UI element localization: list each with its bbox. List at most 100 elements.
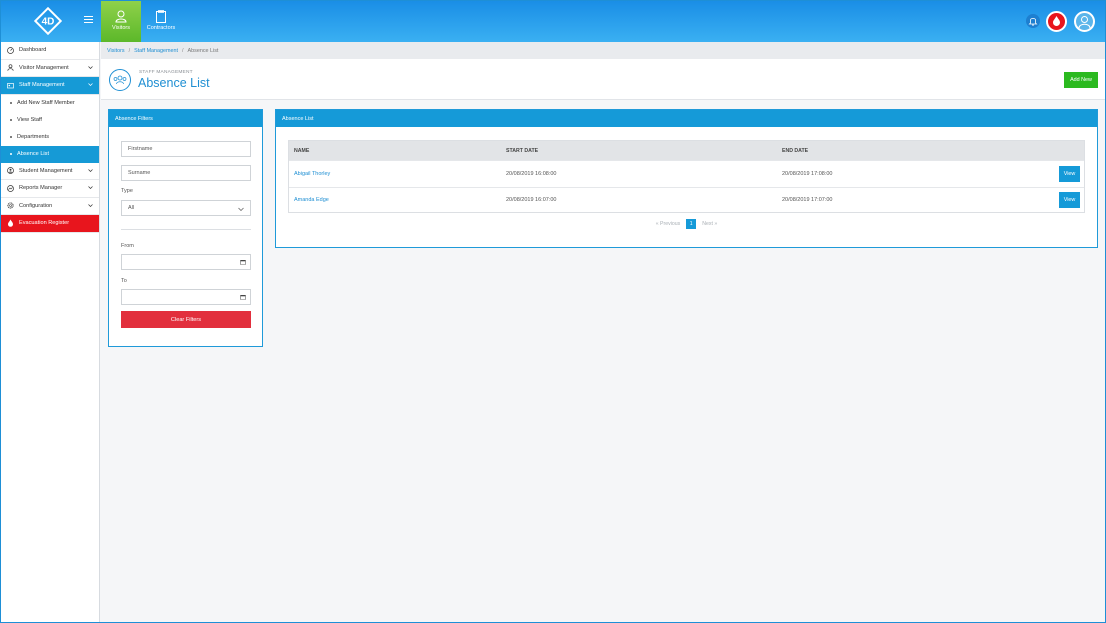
staff-icon	[7, 82, 14, 89]
sidebar-item-label: Absence List	[17, 151, 50, 157]
column-header-name[interactable]: NAME	[294, 148, 309, 154]
app-window: 4D Visitors Contractors Dashboard Visito…	[0, 0, 1106, 623]
absence-table: NAME START DATE END DATE Abigail Thorley…	[288, 140, 1085, 213]
bullet-icon	[10, 136, 12, 138]
row-name-link[interactable]: Abigail Thorley	[294, 171, 330, 177]
top-bar: 4D Visitors Contractors	[1, 1, 1105, 42]
sidebar-item-label: View Staff	[17, 117, 42, 123]
sidebar-item-label: Dashboard	[19, 47, 47, 54]
tab-contractors[interactable]: Contractors	[141, 1, 181, 42]
absence-filters-panel: Absence Filters Firstname Surname Type A…	[108, 109, 263, 347]
column-header-start-date[interactable]: START DATE	[506, 148, 538, 154]
sidebar-item-reports-manager[interactable]: Reports Manager	[1, 180, 99, 198]
logo[interactable]: 4D	[33, 6, 63, 36]
sidebar-item-departments[interactable]: Departments	[1, 129, 99, 146]
absence-filters-title: Absence Filters	[109, 110, 262, 127]
sidebar-item-label: Student Management	[19, 167, 73, 174]
sidebar-item-label: Visitor Management	[19, 64, 69, 71]
from-label: From	[121, 243, 134, 249]
clear-filters-button[interactable]: Clear Filters	[121, 311, 251, 328]
row-end-date: 20/08/2019 17:07:00	[782, 197, 833, 204]
reports-icon	[7, 184, 14, 192]
pagination: « Previous 1 Next »	[276, 219, 1097, 229]
breadcrumb-link-visitors[interactable]: Visitors	[107, 48, 125, 54]
sidebar-item-label: Staff Management	[19, 82, 65, 89]
firstname-placeholder: Firstname	[128, 146, 153, 152]
notifications-bell-icon[interactable]	[1026, 14, 1040, 28]
to-date-input[interactable]	[121, 289, 251, 305]
breadcrumb-separator: /	[182, 47, 184, 54]
clipboard-icon	[156, 10, 166, 23]
sidebar-item-student-management[interactable]: Student Management	[1, 163, 99, 180]
tab-contractors-label: Contractors	[146, 25, 176, 31]
sidebar-item-label: Configuration	[19, 202, 53, 209]
from-date-input[interactable]	[121, 254, 251, 270]
pagination-page-current[interactable]: 1	[686, 219, 697, 229]
page-title: Absence List	[138, 76, 210, 90]
dashboard-icon	[7, 46, 14, 54]
add-new-button[interactable]: Add New	[1064, 72, 1098, 88]
bullet-icon	[10, 153, 12, 155]
calendar-icon[interactable]	[240, 294, 246, 300]
firstname-input[interactable]: Firstname	[121, 141, 251, 157]
table-row: Amanda Edge 20/08/2019 16:07:00 20/08/20…	[289, 186, 1084, 214]
pagination-previous[interactable]: « Previous	[656, 221, 681, 227]
visitor-icon	[115, 10, 127, 23]
table-row: Abigail Thorley 20/08/2019 16:08:00 20/0…	[289, 160, 1084, 187]
chevron-down-icon	[88, 65, 93, 69]
breadcrumb-separator: /	[128, 47, 131, 54]
view-button[interactable]: View	[1059, 192, 1080, 209]
staff-group-icon	[109, 69, 131, 91]
sidebar-item-configuration[interactable]: Configuration	[1, 198, 99, 215]
surname-input[interactable]: Surname	[121, 165, 251, 181]
sidebar-item-view-staff[interactable]: View Staff	[1, 112, 99, 129]
sidebar-item-visitor-management[interactable]: Visitor Management	[1, 60, 99, 77]
view-button[interactable]: View	[1059, 165, 1080, 182]
settings-icon	[7, 202, 14, 209]
absence-list-title: Absence List	[276, 110, 1097, 127]
chevron-down-icon	[238, 207, 244, 211]
table-header: NAME START DATE END DATE	[289, 141, 1084, 160]
evacuation-alert-icon[interactable]	[1046, 11, 1067, 32]
row-start-date: 20/08/2019 16:07:00	[506, 197, 557, 204]
page-header: STAFF MANAGEMENT Absence List Add New	[101, 59, 1105, 100]
column-header-end-date[interactable]: END DATE	[782, 148, 808, 154]
bullet-icon	[10, 102, 12, 104]
sidebar-item-staff-management[interactable]: Staff Management	[1, 77, 99, 95]
row-end-date: 20/08/2019 17:08:00	[782, 170, 833, 177]
student-icon	[7, 167, 14, 175]
breadcrumb-link-staff-management[interactable]: Staff Management	[134, 48, 178, 54]
tab-visitors[interactable]: Visitors	[101, 1, 141, 42]
chevron-down-icon	[88, 203, 93, 207]
row-start-date: 20/08/2019 16:08:00	[506, 170, 557, 177]
sidebar-item-dashboard[interactable]: Dashboard	[1, 42, 99, 60]
filter-divider	[121, 229, 251, 230]
pagination-next[interactable]: Next »	[702, 221, 717, 227]
type-label: Type	[121, 188, 133, 194]
sidebar-item-label: Add New Staff Member	[17, 100, 75, 106]
calendar-icon[interactable]	[240, 259, 246, 265]
breadcrumb: Visitors / Staff Management / Absence Li…	[101, 42, 1105, 59]
bullet-icon	[10, 119, 12, 121]
sidebar-item-evacuation-register[interactable]: Evacuation Register	[1, 215, 99, 233]
chevron-down-icon	[88, 186, 93, 189]
page-supertitle: STAFF MANAGEMENT	[139, 70, 193, 75]
to-label: To	[121, 278, 127, 284]
chevron-down-icon	[88, 168, 93, 172]
sidebar-item-label: Reports Manager	[19, 185, 63, 192]
user-icon	[7, 64, 14, 72]
sidebar-item-label: Evacuation Register	[19, 220, 70, 227]
sidebar-item-label: Departments	[17, 134, 50, 140]
sidebar-item-add-new-staff-member[interactable]: Add New Staff Member	[1, 95, 99, 112]
sidebar-item-absence-list[interactable]: Absence List	[1, 145, 99, 163]
type-select[interactable]: All	[121, 200, 251, 216]
user-avatar-icon[interactable]	[1074, 11, 1095, 32]
surname-placeholder: Surname	[128, 170, 151, 176]
chevron-down-icon	[88, 83, 93, 86]
flame-icon	[7, 219, 14, 228]
row-name-link[interactable]: Amanda Edge	[294, 197, 329, 203]
breadcrumb-current: Absence List	[187, 47, 219, 54]
absence-list-panel: Absence List NAME START DATE END DATE Ab…	[275, 109, 1098, 248]
menu-toggle-icon[interactable]	[84, 16, 93, 24]
type-select-value: All	[128, 205, 135, 211]
